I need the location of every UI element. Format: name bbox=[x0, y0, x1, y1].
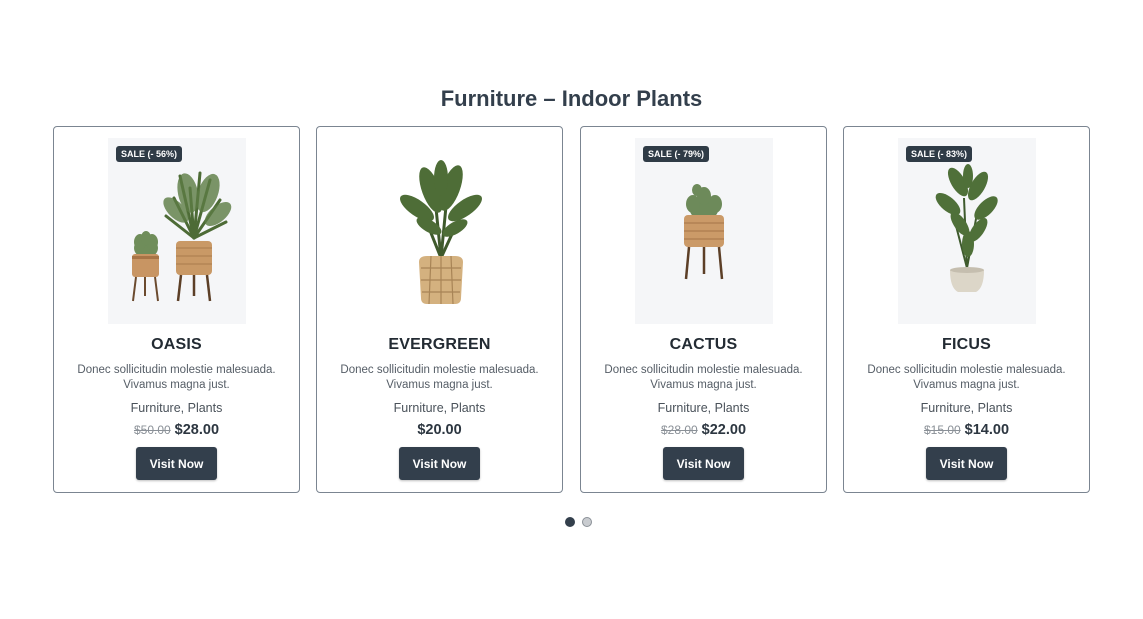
visit-now-button[interactable]: Visit Now bbox=[663, 447, 744, 480]
product-card-evergreen: EVERGREEN Donec sollicitudin molestie ma… bbox=[316, 126, 563, 493]
product-card-ficus: SALE (- 83%) FICUS Donec sollicitudin mo… bbox=[843, 126, 1090, 493]
sale-price: $22.00 bbox=[701, 422, 747, 438]
sale-badge: SALE (- 79%) bbox=[643, 146, 710, 162]
product-image-ficus[interactable]: SALE (- 83%) bbox=[898, 138, 1036, 324]
original-price: $15.00 bbox=[923, 423, 961, 437]
sale-price: $28.00 bbox=[174, 422, 220, 438]
visit-now-button[interactable]: Visit Now bbox=[399, 447, 480, 480]
pagination-dot-1[interactable] bbox=[565, 517, 575, 527]
original-price: $28.00 bbox=[660, 423, 698, 437]
product-description: Donec sollicitudin molestie malesuada. V… bbox=[340, 364, 539, 391]
product-categories[interactable]: Furniture, Plants bbox=[54, 401, 299, 415]
sale-badge: SALE (- 83%) bbox=[906, 146, 973, 162]
product-title[interactable]: EVERGREEN bbox=[317, 336, 562, 354]
product-carousel: SALE (- 56%) OASIS Donec sollicitudin mo… bbox=[53, 126, 1092, 496]
product-description: Donec sollicitudin molestie malesuada. V… bbox=[604, 364, 803, 391]
visit-now-button[interactable]: Visit Now bbox=[926, 447, 1007, 480]
sale-badge: SALE (- 56%) bbox=[116, 146, 183, 162]
product-price: $20.00 bbox=[317, 422, 562, 438]
product-title[interactable]: OASIS bbox=[54, 336, 299, 354]
pagination-dot-2[interactable] bbox=[582, 517, 592, 527]
section-title: Furniture – Indoor Plants bbox=[440, 86, 703, 111]
product-description: Donec sollicitudin molestie malesuada. V… bbox=[77, 364, 276, 391]
product-title[interactable]: CACTUS bbox=[581, 336, 826, 354]
product-card-cactus: SALE (- 79%) CACTUS Donec sollicitudin m… bbox=[580, 126, 827, 493]
visit-now-button[interactable]: Visit Now bbox=[136, 447, 217, 480]
product-categories[interactable]: Furniture, Plants bbox=[581, 401, 826, 415]
product-price: $15.00 $14.00 bbox=[844, 422, 1089, 438]
sale-price: $14.00 bbox=[964, 422, 1010, 438]
ficus-illustration bbox=[935, 164, 998, 292]
potted-plants-illustration bbox=[132, 171, 232, 302]
cactus-illustration bbox=[684, 184, 724, 280]
product-categories[interactable]: Furniture, Plants bbox=[317, 401, 562, 415]
original-price: $50.00 bbox=[133, 423, 171, 437]
potted-palm-illustration bbox=[399, 160, 483, 305]
product-price: $28.00 $22.00 bbox=[581, 422, 826, 438]
product-image-oasis[interactable]: SALE (- 56%) bbox=[108, 138, 246, 324]
sale-price: $20.00 bbox=[417, 422, 462, 438]
product-price: $50.00 $28.00 bbox=[54, 422, 299, 438]
product-categories[interactable]: Furniture, Plants bbox=[844, 401, 1089, 415]
product-image-cactus[interactable]: SALE (- 79%) bbox=[635, 138, 773, 324]
product-title[interactable]: FICUS bbox=[844, 336, 1089, 354]
product-description: Donec sollicitudin molestie malesuada. V… bbox=[867, 364, 1066, 391]
product-image-evergreen[interactable] bbox=[371, 138, 509, 324]
product-card-oasis: SALE (- 56%) OASIS Donec sollicitudin mo… bbox=[53, 126, 300, 493]
carousel-pagination bbox=[565, 517, 592, 527]
